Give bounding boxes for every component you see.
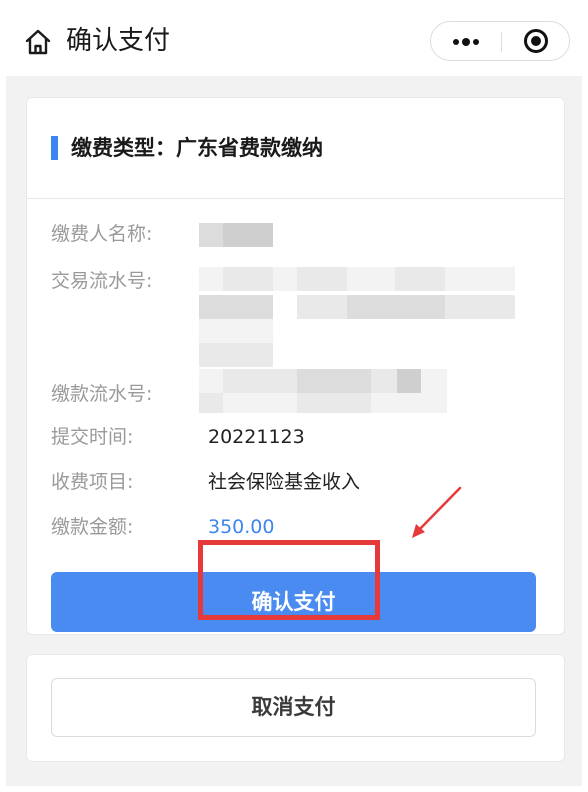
- fee-item-label: 收费项目:: [51, 471, 134, 493]
- more-dots-icon: [453, 39, 459, 45]
- more-button[interactable]: [431, 22, 501, 60]
- page-title: 确认支付: [66, 26, 171, 56]
- fee-item-value: 社会保险基金收入: [208, 471, 361, 493]
- nav-bar: 确认支付: [0, 0, 588, 76]
- amount-label: 缴款金额:: [51, 516, 134, 538]
- more-dots-icon-right: [473, 39, 479, 45]
- page-body: 缴费类型：广东省费款缴纳 缴费人名称: 交易流水号: 缴款流水号: 提交时间: …: [6, 76, 582, 786]
- home-icon[interactable]: [24, 28, 52, 56]
- payment-type-title: 缴费类型：广东省费款缴纳: [71, 136, 323, 160]
- title-accent-bar: [51, 136, 58, 160]
- payment-serial-label: 缴款流水号:: [51, 383, 153, 405]
- submit-time-label: 提交时间:: [51, 426, 134, 448]
- cancel-payment-button[interactable]: 取消支付: [51, 678, 536, 737]
- payer-name-label: 缴费人名称:: [51, 223, 153, 245]
- submit-time-value: 20221123: [208, 426, 305, 448]
- target-circle-core: [531, 36, 541, 46]
- cancel-card: 取消支付: [26, 654, 565, 762]
- amount-value: 350.00: [208, 516, 275, 538]
- close-button[interactable]: [502, 22, 570, 60]
- card-header: 缴费类型：广东省费款缴纳: [27, 98, 564, 199]
- transaction-no-label: 交易流水号:: [51, 270, 153, 292]
- more-dots-icon-center: [462, 38, 470, 46]
- annotation-highlight-box: [198, 540, 380, 620]
- annotation-arrow-icon: [412, 486, 462, 538]
- mini-program-capsule: [430, 21, 570, 61]
